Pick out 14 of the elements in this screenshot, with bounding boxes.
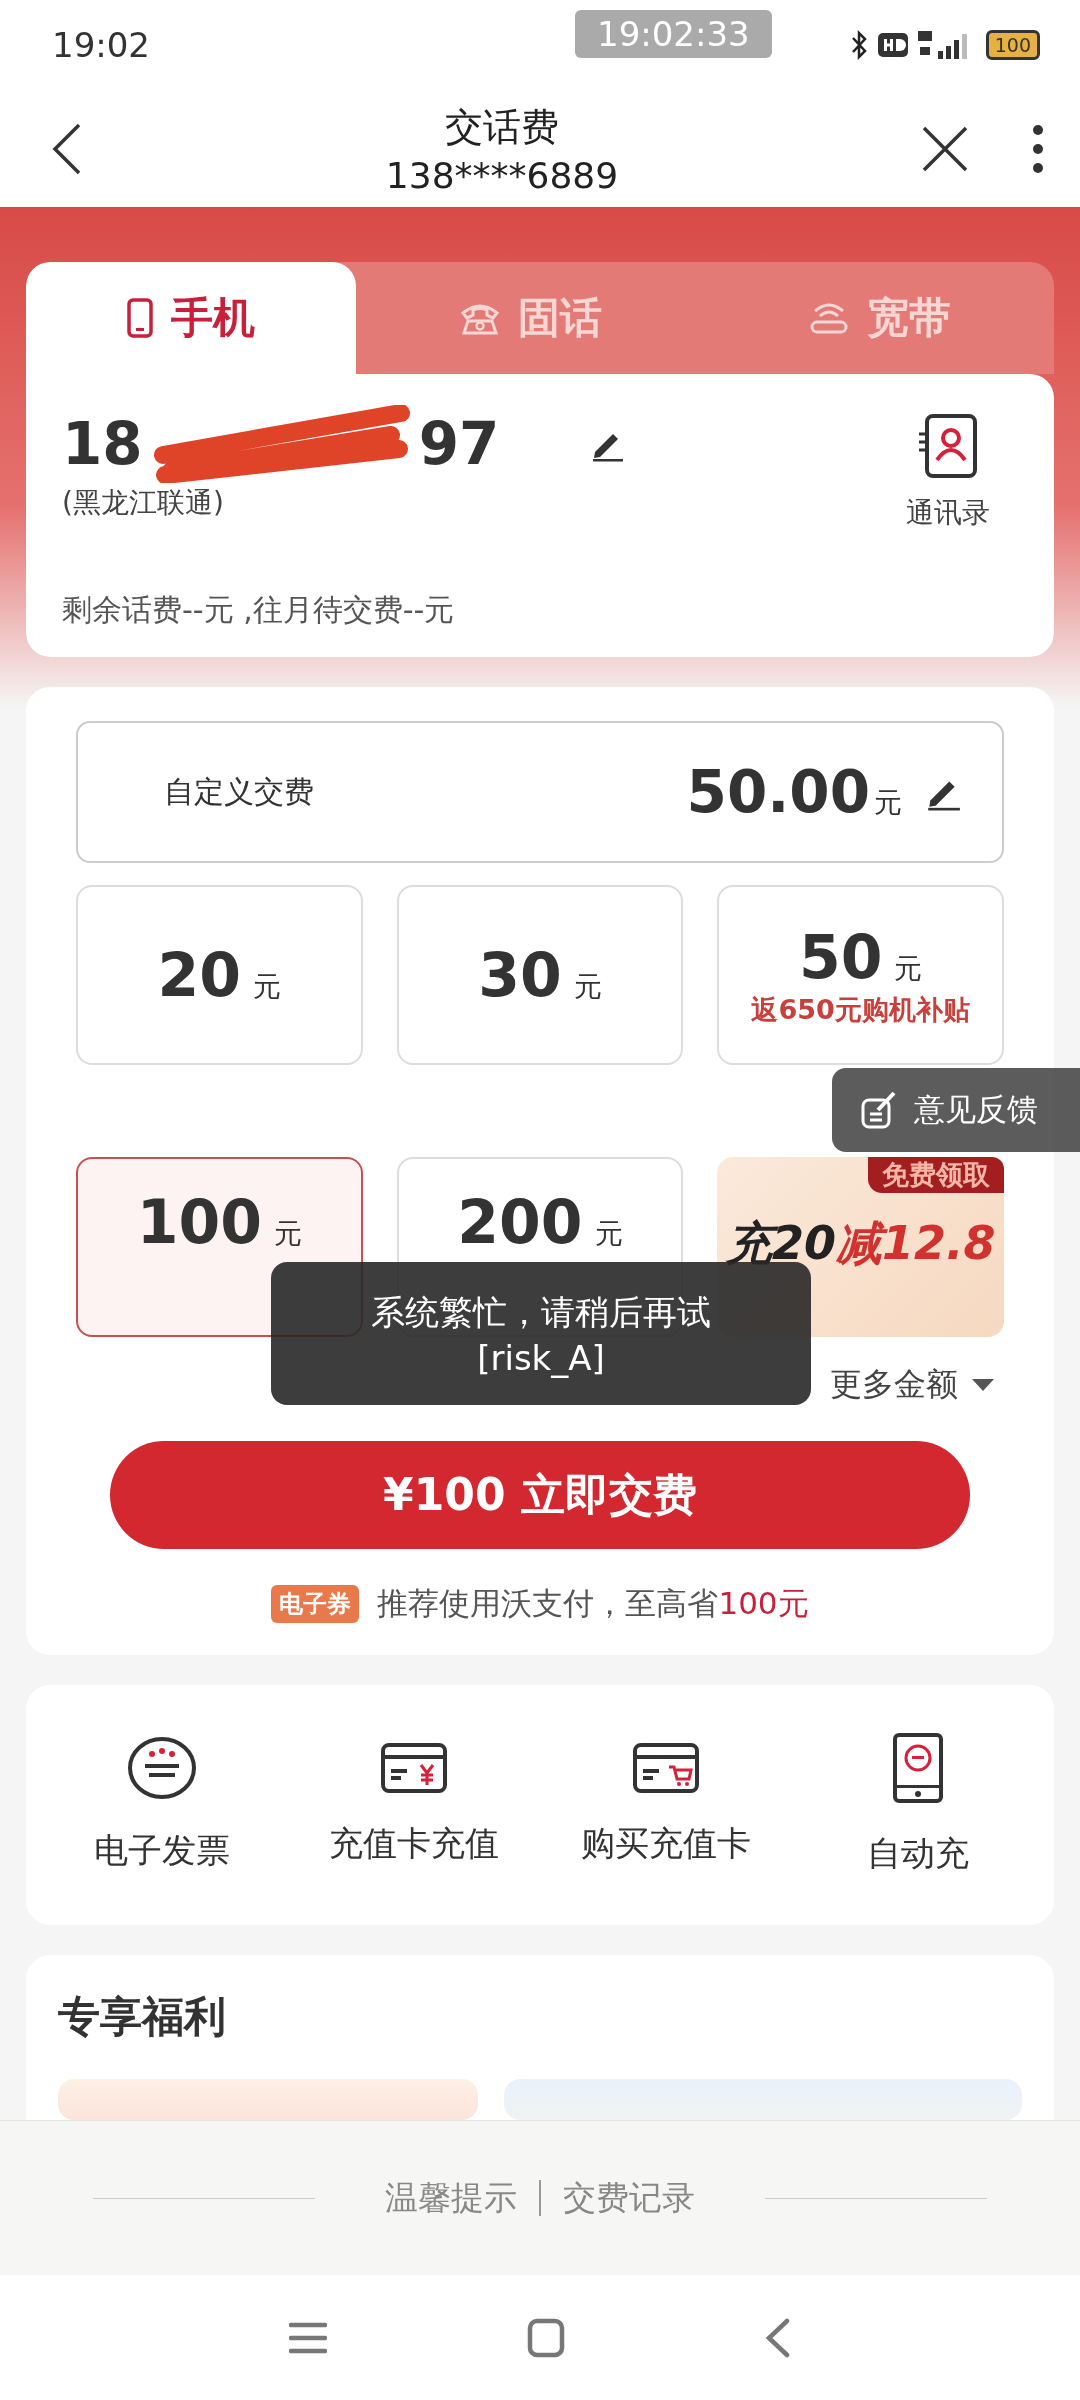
carrier-label: (黑龙江联通) bbox=[62, 485, 225, 521]
coupon-note: 推荐使用沃支付，至高省100元 bbox=[377, 1584, 809, 1623]
section-title: 专享福利 bbox=[58, 1991, 227, 2043]
screen-clock: 19:02:33 bbox=[575, 10, 772, 58]
coupon-tag: 电子券 bbox=[271, 1585, 360, 1623]
battery-icon: 100 bbox=[985, 30, 1040, 60]
phone-number: 138****6889 bbox=[385, 154, 619, 196]
promo-badge: 免费领取 bbox=[868, 1157, 1004, 1193]
account-number: 18 bbox=[62, 410, 143, 478]
account-number: 97 bbox=[418, 410, 500, 478]
page-title: 交话费 bbox=[445, 103, 559, 151]
balance-note: 剩余话费--元 ,往月待交费--元 bbox=[62, 591, 456, 629]
busy-toast: 系统繁忙，请稍后再试 [risk_A] bbox=[271, 1262, 811, 1405]
status-time: 19:02 bbox=[52, 25, 150, 65]
